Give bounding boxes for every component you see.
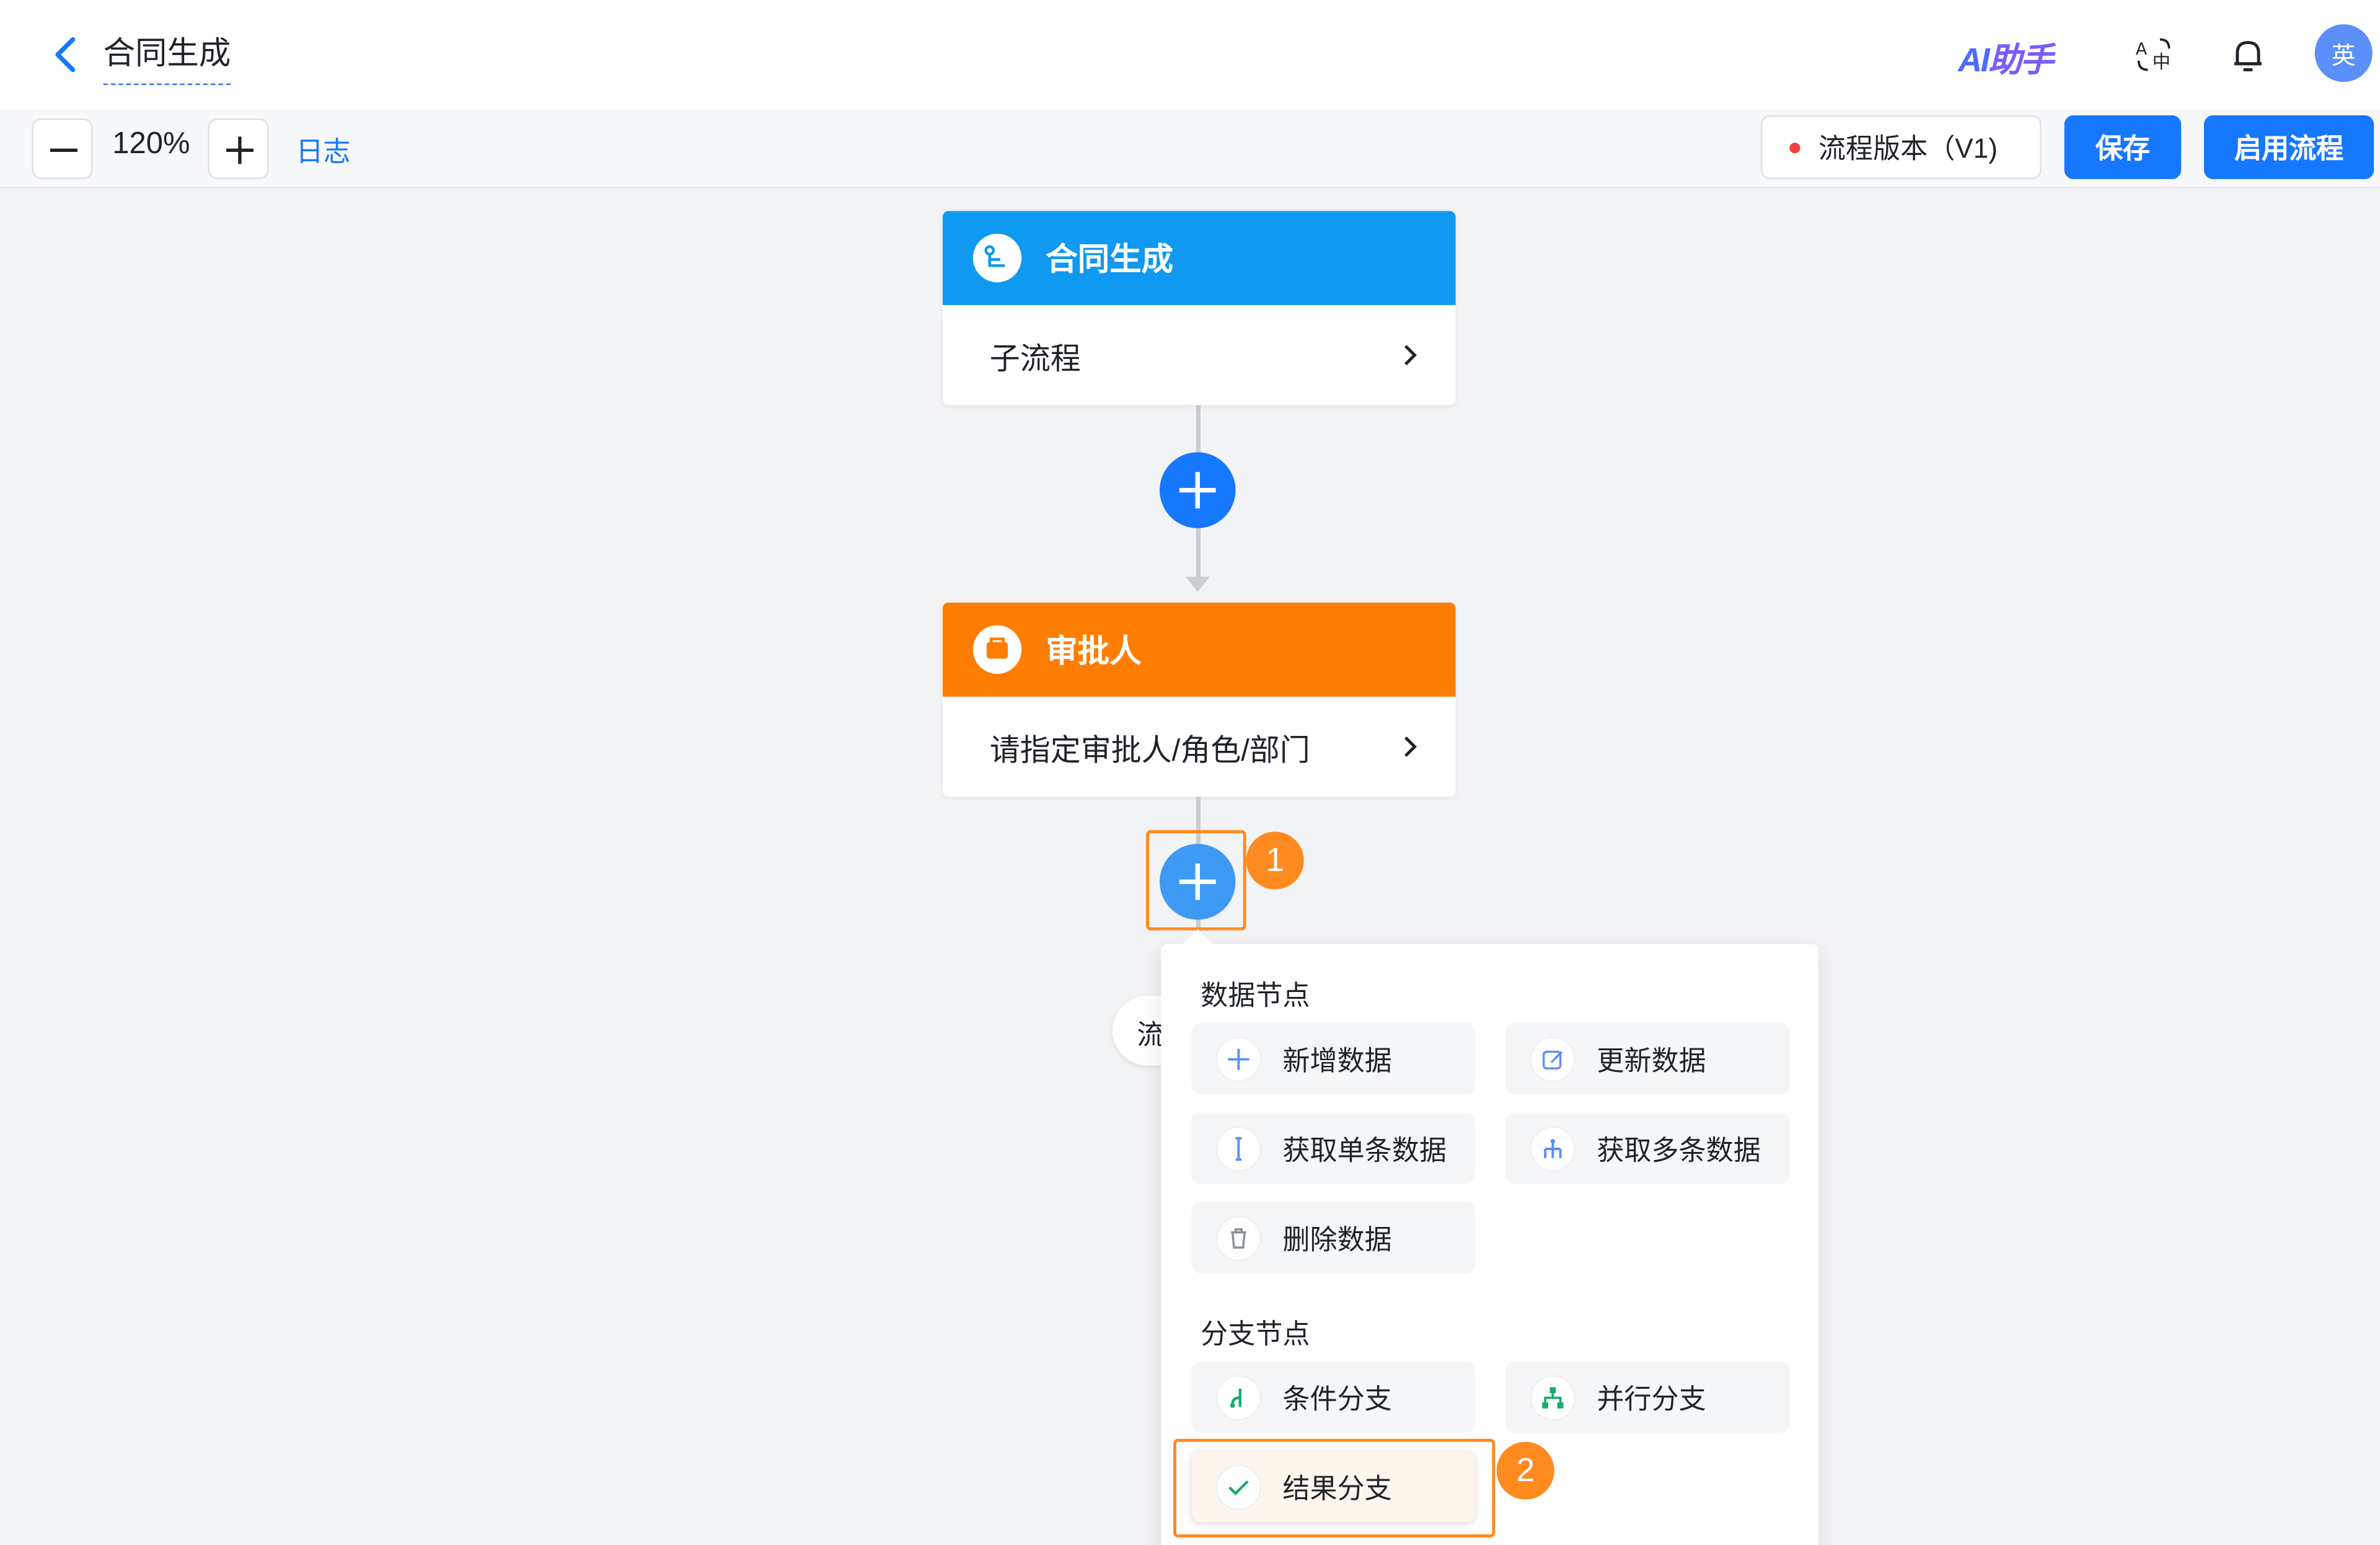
zoom-in-button[interactable] — [208, 118, 269, 179]
menu-item-label: 并行分支 — [1597, 1383, 1706, 1414]
svg-text:中: 中 — [2153, 51, 2171, 73]
chevron-right-icon — [1404, 736, 1417, 757]
condition-branch-icon — [1215, 1374, 1262, 1420]
zoom-level: 120% — [112, 127, 190, 161]
menu-item-label: 条件分支 — [1282, 1383, 1392, 1414]
highlight-box — [1173, 1438, 1496, 1538]
version-label: 流程版本（V1) — [1818, 133, 1998, 164]
menu-item-delete-data[interactable]: 删除数据 — [1191, 1202, 1476, 1273]
app-frame: 合同生成 AI助手 A中 英 120% 日志 流程版本（V1) 保存 启用流程 — [0, 0, 2380, 1545]
connector-line — [1196, 526, 1201, 578]
menu-item-label: 删除数据 — [1282, 1224, 1392, 1255]
plus-icon — [1179, 472, 1216, 509]
menu-item-label: 新增数据 — [1282, 1045, 1392, 1076]
flow-node-subprocess[interactable]: 合同生成 子流程 — [942, 211, 1456, 405]
menu-item-condition-branch[interactable]: 条件分支 — [1191, 1361, 1476, 1433]
menu-tip — [1183, 929, 1213, 959]
section-title-branch: 分支节点 — [1201, 1319, 1310, 1350]
node-body-text: 子流程 — [989, 342, 1081, 376]
connector-arrow — [1185, 577, 1210, 592]
enable-flow-button[interactable]: 启用流程 — [2203, 115, 2374, 179]
approver-icon — [972, 625, 1022, 674]
subprocess-icon — [972, 233, 1022, 283]
menu-item-get-single-data[interactable]: 获取单条数据 — [1191, 1112, 1476, 1184]
flow-node-approver[interactable]: 审批人 请指定审批人/角色/部门 — [942, 602, 1456, 797]
ai-assistant-label-a: AI — [1958, 41, 1990, 79]
plus-icon — [226, 136, 253, 164]
chevron-right-icon — [1404, 345, 1417, 366]
node-body-text: 请指定审批人/角色/部门 — [989, 733, 1310, 768]
multi-data-icon — [1530, 1125, 1576, 1171]
version-selector[interactable]: 流程版本（V1) — [1760, 115, 2042, 179]
plus-icon — [1215, 1035, 1262, 1082]
bell-icon[interactable] — [2227, 33, 2270, 76]
trash-icon — [1215, 1215, 1262, 1261]
node-title: 合同生成 — [1046, 242, 1174, 278]
add-node-button[interactable] — [1160, 452, 1236, 528]
node-body[interactable]: 请指定审批人/角色/部门 — [943, 697, 1456, 797]
highlight-box — [1145, 830, 1246, 931]
save-button[interactable]: 保存 — [2064, 115, 2182, 179]
section-title-data: 数据节点 — [1201, 980, 1310, 1011]
menu-item-label: 更新数据 — [1597, 1045, 1706, 1076]
parallel-branch-icon — [1530, 1374, 1576, 1420]
top-bar: 合同生成 AI助手 A中 英 — [0, 0, 2380, 110]
menu-item-parallel-branch[interactable]: 并行分支 — [1505, 1361, 1790, 1433]
svg-text:A: A — [2136, 40, 2148, 59]
minus-icon — [50, 148, 77, 153]
step-badge-2: 2 — [1496, 1441, 1554, 1500]
step-badge-1: 1 — [1246, 831, 1304, 890]
page-title[interactable]: 合同生成 — [103, 29, 231, 86]
menu-item-add-data[interactable]: 新增数据 — [1191, 1022, 1476, 1095]
single-data-icon — [1215, 1125, 1262, 1171]
edit-icon — [1530, 1035, 1576, 1082]
node-title: 审批人 — [1046, 634, 1142, 670]
node-header: 合同生成 — [942, 211, 1456, 306]
menu-item-get-multi-data[interactable]: 获取多条数据 — [1505, 1112, 1790, 1184]
connector-line — [1196, 405, 1201, 454]
toolbar: 120% 日志 流程版本（V1) 保存 启用流程 — [0, 109, 2380, 188]
avatar[interactable]: 英 — [2314, 24, 2373, 82]
zoom-out-button[interactable] — [32, 118, 93, 179]
node-body[interactable]: 子流程 — [943, 305, 1456, 405]
node-header: 审批人 — [942, 602, 1456, 697]
translate-icon[interactable]: A中 — [2133, 33, 2175, 76]
ai-assistant-button[interactable]: AI助手 — [1958, 33, 2053, 82]
version-status-dot — [1789, 141, 1800, 153]
menu-item-update-data[interactable]: 更新数据 — [1505, 1022, 1790, 1095]
back-icon[interactable] — [45, 33, 88, 76]
ai-assistant-label-b: 助手 — [1988, 41, 2053, 79]
menu-item-label: 获取单条数据 — [1282, 1134, 1447, 1165]
log-link[interactable]: 日志 — [296, 131, 351, 170]
menu-item-label: 获取多条数据 — [1597, 1134, 1761, 1165]
